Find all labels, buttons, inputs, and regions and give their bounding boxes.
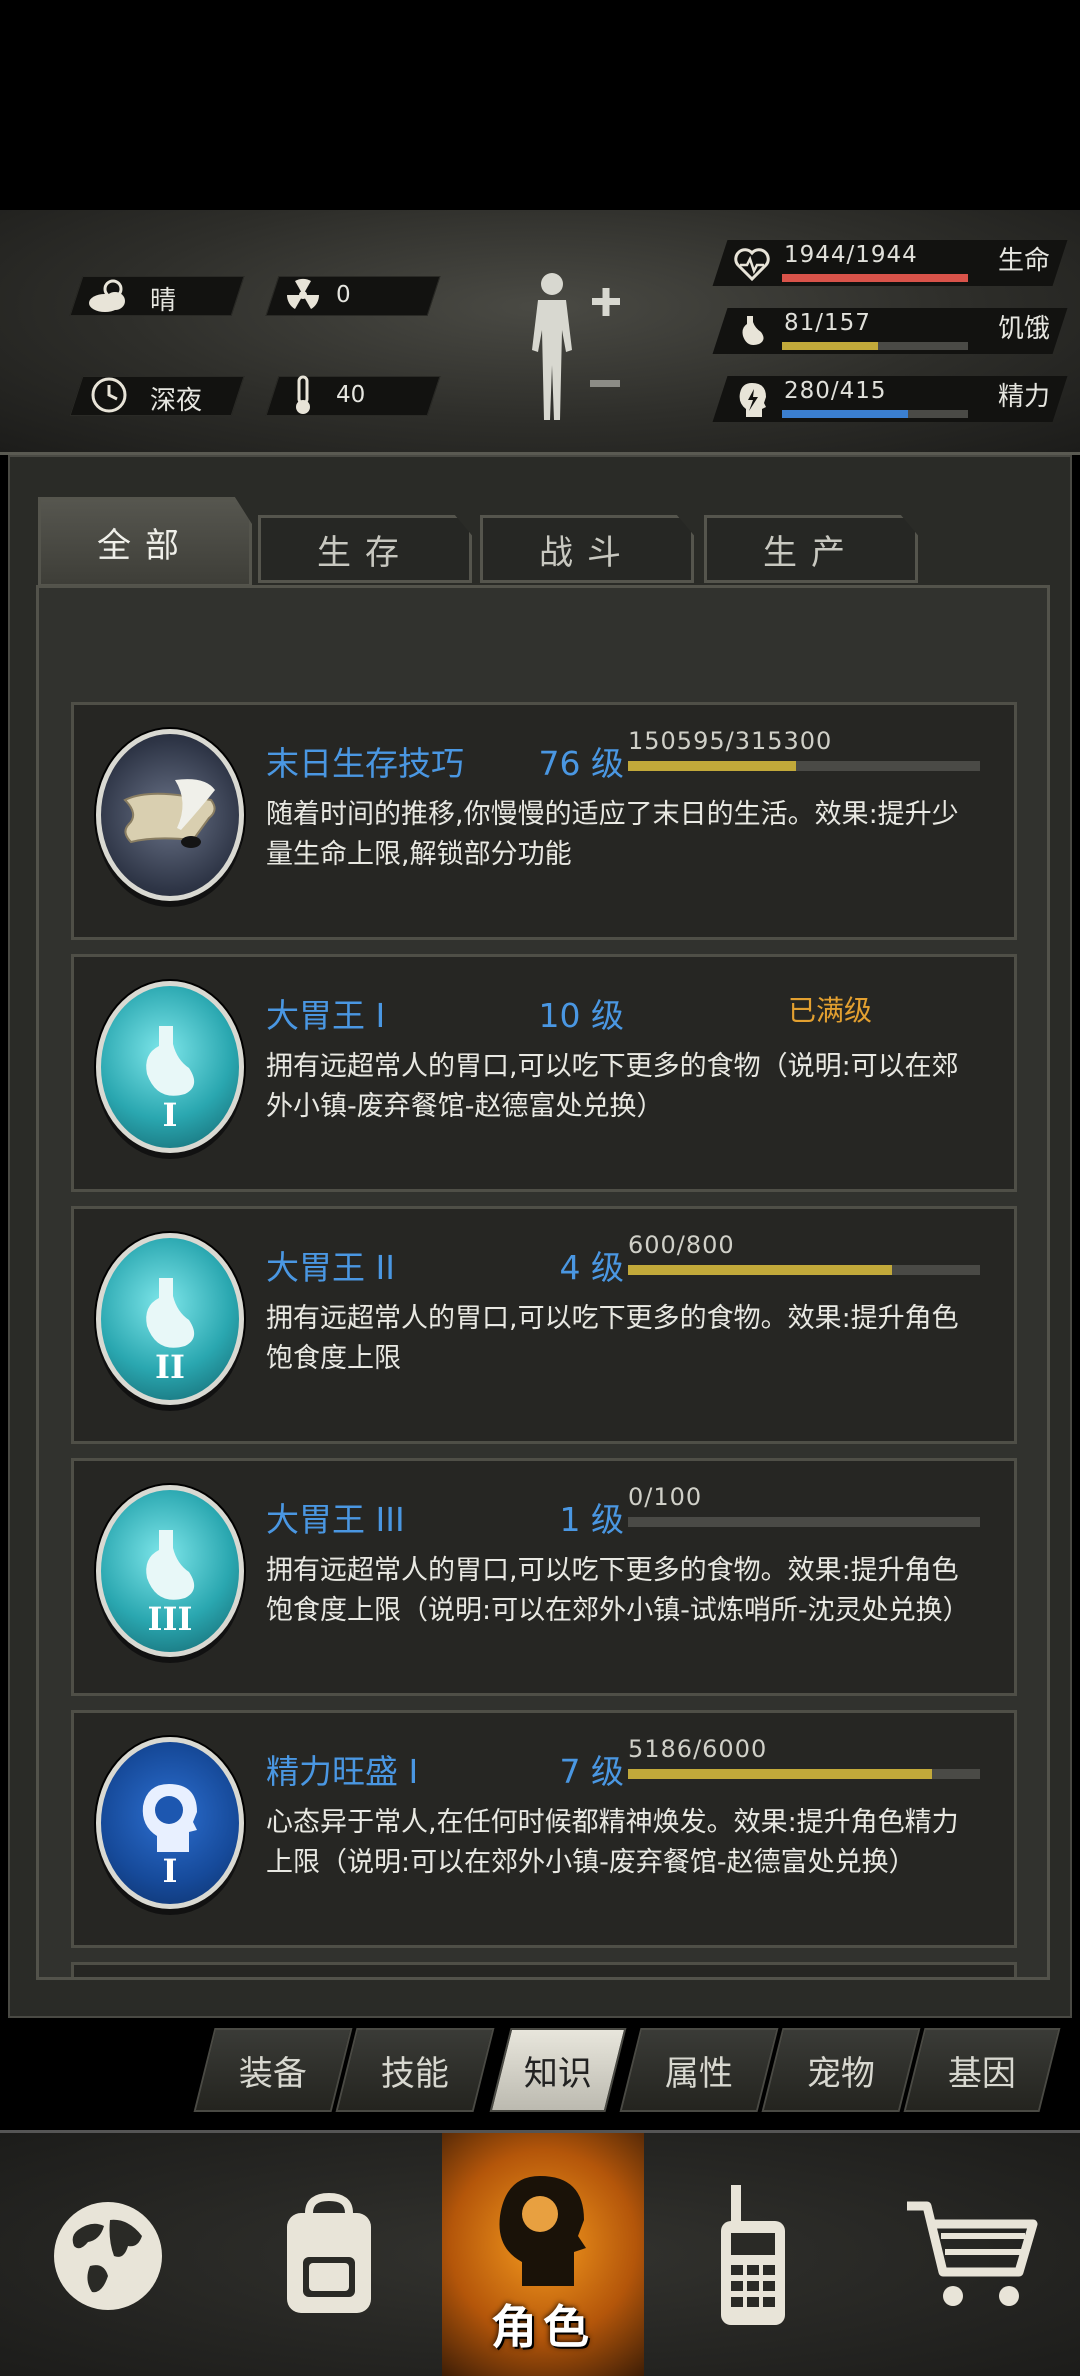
nav-character-label: 角色 xyxy=(491,2300,595,2354)
hunger-value: 81/157 xyxy=(784,310,871,336)
shopping-cart-icon xyxy=(907,2201,1038,2306)
bottom-navigation: 角色 xyxy=(0,2130,1080,2376)
skill-level: 4 级 xyxy=(559,1248,625,1287)
subtab-skills[interactable]: 技能 xyxy=(335,2028,495,2112)
stomach-icon: II xyxy=(96,1233,244,1405)
weather-text: 晴 xyxy=(150,286,177,316)
skill-name: 大胃王 III xyxy=(266,1500,405,1539)
skill-name: 末日生存技巧 xyxy=(266,744,464,783)
stomach-icon: III xyxy=(96,1485,244,1657)
skill-card-big-eater-1[interactable]: I 大胃王 I 10 级 已满级 拥有远超常人的胃口,可以吃下更多的食物（说明:… xyxy=(71,954,1017,1192)
skill-progress-bar xyxy=(628,761,980,771)
backpack-icon xyxy=(287,2192,371,2313)
thermometer-icon xyxy=(280,372,326,418)
skill-list[interactable]: 末日生存技巧 76 级 150595/315300 随着时间的推移,你慢慢的适应… xyxy=(36,585,1050,1980)
radiation-value: 0 xyxy=(336,282,351,308)
energy-label: 精力 xyxy=(997,382,1050,412)
body-status-button[interactable] xyxy=(520,270,630,430)
skill-level: 76 级 xyxy=(538,744,624,783)
hunger-stat: 81/157 饥饿 xyxy=(712,308,1068,354)
skill-description: 心态异于常人,在任何时候都精神焕发。效果:提升角色精力上限（说明:可以在郊外小镇… xyxy=(266,1807,959,1878)
tab-production[interactable]: 生产 xyxy=(704,515,918,583)
tab-all[interactable]: 全部 xyxy=(38,497,252,587)
subtab-equipment[interactable]: 装备 xyxy=(193,2028,353,2112)
skill-progress-bar xyxy=(628,1769,980,1779)
skill-card-energetic-1[interactable]: I 精力旺盛 I 7 级 5186/6000 心态异于常人,在任何时候都精神焕发… xyxy=(71,1710,1017,1948)
skill-progress-text: 150595/315300 xyxy=(628,727,833,755)
stomach-icon: I xyxy=(96,981,244,1153)
skill-progress-fill xyxy=(628,1265,892,1275)
skill-level: 7 级 xyxy=(559,1752,625,1791)
skill-name: 大胃王 II xyxy=(266,1248,395,1287)
skill-card-partial[interactable] xyxy=(71,1962,1017,1977)
knowledge-panel: 全部 生存 战斗 生产 末日生存技巧 76 级 150595/315300 随着… xyxy=(8,455,1072,2018)
skill-description: 拥有远超常人的胃口,可以吃下更多的食物（说明:可以在郊外小镇-废弃餐馆-赵德富处… xyxy=(266,1051,959,1122)
subtab-genes[interactable]: 基因 xyxy=(903,2028,1061,2112)
tier-numeral: I xyxy=(162,1852,178,1890)
nav-character[interactable]: 角色 xyxy=(442,2133,644,2376)
nav-radio[interactable] xyxy=(644,2133,862,2376)
clock-icon xyxy=(86,372,132,418)
head-silhouette-icon: I xyxy=(96,1737,244,1909)
skill-progress-text: 0/100 xyxy=(628,1483,703,1511)
status-header: 晴 0 深夜 40 1944/1944 生命 81/157 饥饿 280/415… xyxy=(0,210,1080,455)
subtab-pets[interactable]: 宠物 xyxy=(761,2028,921,2112)
skill-progress-fill xyxy=(628,761,797,771)
energy-stat: 280/415 精力 xyxy=(712,376,1068,422)
human-body-icon xyxy=(532,273,620,420)
skill-name: 精力旺盛 I xyxy=(266,1752,419,1791)
skill-card-doomsday-survival[interactable]: 末日生存技巧 76 级 150595/315300 随着时间的推移,你慢慢的适应… xyxy=(71,702,1017,940)
skill-description: 拥有远超常人的胃口,可以吃下更多的食物。效果:提升角色饱食度上限（说明:可以在郊… xyxy=(266,1555,970,1626)
subtab-attributes[interactable]: 属性 xyxy=(619,2028,779,2112)
tab-survival[interactable]: 生存 xyxy=(258,515,472,583)
time-of-day-text: 深夜 xyxy=(150,386,203,416)
walkie-talkie-icon xyxy=(721,2185,785,2325)
health-value: 1944/1944 xyxy=(784,242,918,268)
globe-icon xyxy=(54,2202,162,2310)
tab-combat[interactable]: 战斗 xyxy=(480,515,694,583)
skill-progress-bar xyxy=(628,1265,980,1275)
scroll-quill-icon xyxy=(96,729,244,901)
nav-world[interactable] xyxy=(0,2133,216,2376)
energy-bar-fill xyxy=(782,410,908,418)
nav-shop[interactable] xyxy=(862,2133,1080,2376)
skill-progress-bar xyxy=(628,1517,980,1527)
energy-value: 280/415 xyxy=(784,378,887,404)
head-bolt-icon xyxy=(732,380,772,420)
skill-level: 10 级 xyxy=(538,996,624,1035)
skill-name: 大胃王 I xyxy=(266,996,386,1035)
tier-numeral: III xyxy=(147,1600,193,1638)
health-label: 生命 xyxy=(997,246,1050,276)
tier-numeral: I xyxy=(162,1096,178,1134)
skill-progress-text: 600/800 xyxy=(628,1231,735,1259)
skill-description: 随着时间的推移,你慢慢的适应了末日的生活。效果:提升少量生命上限,解锁部分功能 xyxy=(266,799,959,870)
health-bar-fill xyxy=(782,274,968,282)
max-level-badge: 已满级 xyxy=(788,994,873,1027)
character-subtabs: 装备 技能 知识 属性 宠物 基因 xyxy=(0,2018,1080,2130)
skill-description: 拥有远超常人的胃口,可以吃下更多的食物。效果:提升角色饱食度上限 xyxy=(266,1303,959,1374)
skill-level: 1 级 xyxy=(559,1500,625,1539)
skill-card-big-eater-3[interactable]: III 大胃王 III 1 级 0/100 拥有远超常人的胃口,可以吃下更多的食… xyxy=(71,1458,1017,1696)
health-stat: 1944/1944 生命 xyxy=(712,240,1068,286)
stomach-icon xyxy=(732,312,772,352)
subtab-knowledge[interactable]: 知识 xyxy=(489,2028,627,2112)
nav-inventory[interactable] xyxy=(216,2133,442,2376)
hunger-label: 饥饿 xyxy=(997,314,1050,344)
temperature-value: 40 xyxy=(336,382,366,408)
cloud-sun-icon xyxy=(86,272,132,318)
skill-card-big-eater-2[interactable]: II 大胃王 II 4 级 600/800 拥有远超常人的胃口,可以吃下更多的食… xyxy=(71,1206,1017,1444)
skill-progress-text: 5186/6000 xyxy=(628,1735,768,1763)
hunger-bar-fill xyxy=(782,342,878,350)
tier-numeral: II xyxy=(155,1348,185,1386)
radiation-icon xyxy=(280,272,326,318)
heart-pulse-icon xyxy=(732,244,772,284)
skill-progress-fill xyxy=(628,1769,933,1779)
character-head-icon xyxy=(499,2176,586,2286)
